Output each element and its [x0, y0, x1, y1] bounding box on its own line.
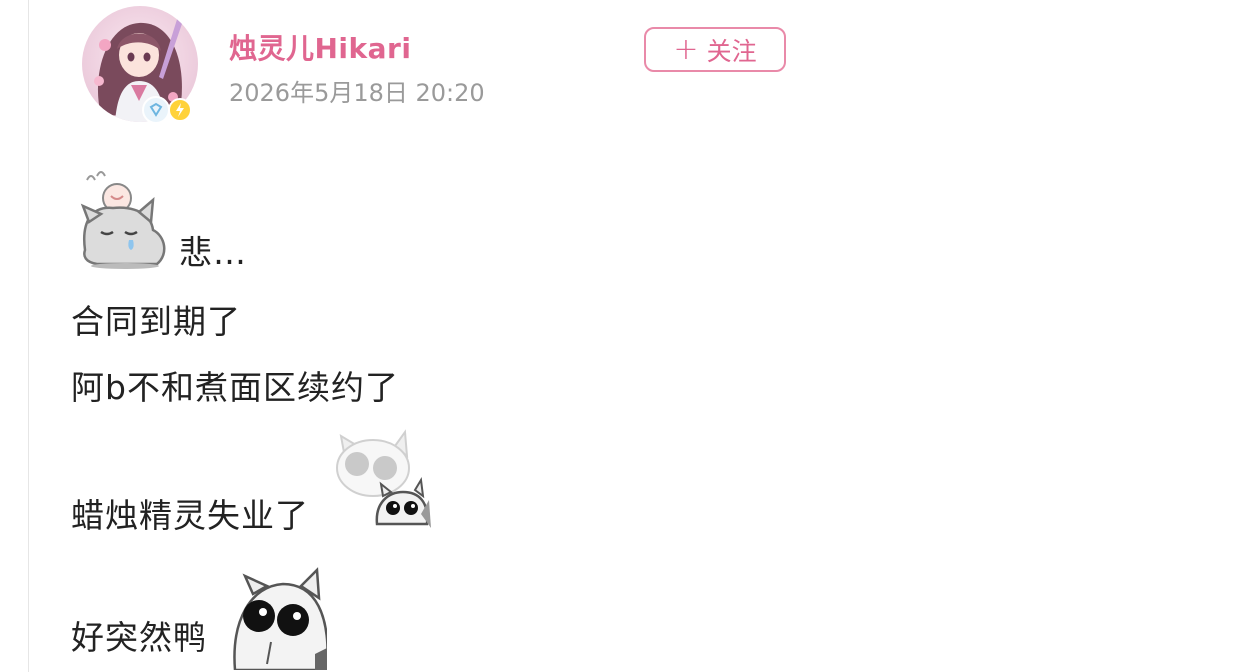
page: 烛灵儿Hikari 2026年5月18日 20:20 + 关注 悲… 合同到期了…: [0, 0, 1260, 672]
post-line-3: 阿b不和煮面区续约了: [71, 368, 399, 407]
wide-eyed-cat-sticker: [233, 567, 327, 670]
post-line-4: 蜡烛精灵失业了: [71, 496, 309, 535]
post-line-5: 好突然鸭: [71, 618, 207, 657]
vip-icon: [142, 96, 170, 124]
sad-cat-sticker: [80, 171, 166, 269]
post-line-2: 合同到期了: [71, 302, 241, 341]
plus-icon: +: [673, 31, 699, 67]
follow-button[interactable]: + 关注: [644, 27, 786, 72]
author-name[interactable]: 烛灵儿Hikari: [229, 27, 411, 67]
post-line-1: 悲…: [179, 233, 247, 272]
shocked-cats-sticker: [336, 429, 431, 528]
post-card: 烛灵儿Hikari 2026年5月18日 20:20 + 关注 悲… 合同到期了…: [28, 0, 834, 672]
right-pane: [833, 0, 1260, 672]
follow-button-label: 关注: [706, 36, 757, 66]
post-timestamp: 2026年5月18日 20:20: [229, 79, 485, 107]
bolt-icon: [168, 98, 192, 122]
